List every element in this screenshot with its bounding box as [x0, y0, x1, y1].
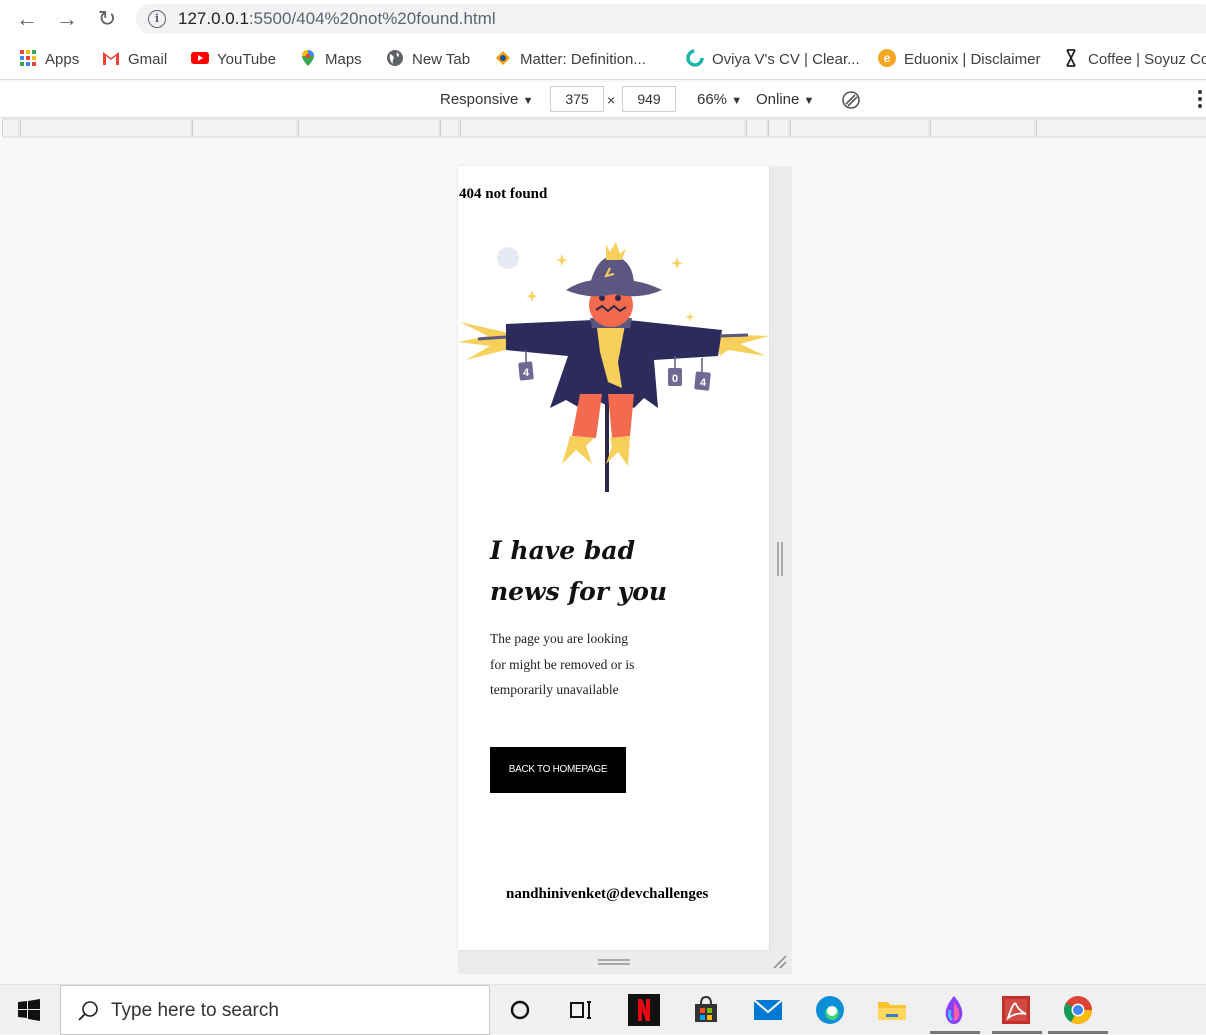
chrome-icon[interactable] [1062, 994, 1094, 1026]
bookmark-label: New Tab [412, 51, 471, 68]
edge-icon[interactable] [814, 994, 846, 1026]
rotate-icon[interactable] [841, 90, 861, 110]
media-query-segment[interactable] [2, 120, 18, 136]
resize-handle-bottom[interactable] [598, 959, 630, 965]
bookmark-label: Maps [325, 51, 362, 68]
media-query-segment[interactable] [20, 120, 190, 136]
clear-icon [686, 49, 704, 67]
zoom-select[interactable]: 66% ▼ [697, 91, 742, 108]
throttle-select[interactable]: Online ▼ [756, 91, 814, 108]
cortana-icon[interactable] [504, 994, 536, 1026]
bookmark-new-tab[interactable]: New Tab [386, 49, 470, 69]
svg-text:e: e [884, 51, 891, 65]
page-title: 404 not found [459, 186, 548, 202]
media-query-segment[interactable] [790, 120, 928, 136]
media-query-segment[interactable] [930, 120, 1034, 136]
back-arrow-icon[interactable]: ← [14, 6, 40, 32]
device-label: Responsive [440, 91, 519, 108]
sign-right-digit-2: 4 [700, 377, 707, 389]
bookmark-label: Coffee | Soyuz Co [1088, 51, 1206, 68]
dropdown-arrow-icon: ▼ [803, 95, 815, 107]
media-query-segment[interactable] [440, 120, 458, 136]
emulated-viewport: 404 not found 4 0 4 I have bad news for … [458, 166, 769, 950]
message-line-2: for might be removed or is [490, 657, 635, 672]
browser-toolbar: ← → ↻ i 127.0.0.1:5500/404%20not%20found… [0, 0, 1206, 38]
bookmark-matter[interactable]: Matter: Definition... [494, 49, 646, 69]
mail-icon[interactable] [752, 994, 784, 1026]
device-toolbar: Responsive ▼ 375 × 949 66% ▼ Online ▼ [0, 82, 1206, 118]
footer-credit: nandhinivenket@devchallenges [506, 886, 709, 902]
media-query-segment[interactable] [298, 120, 438, 136]
media-query-segment[interactable] [460, 120, 744, 136]
paint-icon[interactable] [938, 994, 970, 1026]
eduonix-icon: e [878, 49, 896, 67]
sign-right-digit-1: 0 [672, 373, 678, 385]
bookmark-label: Matter: Definition... [520, 51, 646, 68]
acrobat-icon[interactable] [1000, 994, 1032, 1026]
bookmarks-bar: Apps Gmail YouTube Maps New Tab Matter: … [0, 38, 1206, 80]
url-path: :5500/404%20not%20found.html [248, 9, 496, 28]
more-options-icon[interactable] [1198, 90, 1202, 110]
info-icon[interactable]: i [148, 10, 166, 28]
message-line-3: temporarily unavailable [490, 682, 619, 697]
url-host: 127.0.0.1 [178, 9, 249, 28]
bookmark-apps[interactable]: Apps [19, 49, 79, 69]
taskbar-search-box[interactable]: Type here to search [60, 985, 490, 1035]
bookmark-youtube[interactable]: YouTube [191, 49, 276, 69]
apps-grid-icon [20, 50, 36, 66]
reload-icon[interactable]: ↻ [94, 6, 120, 32]
maps-icon [302, 50, 314, 66]
windows-start-icon[interactable] [18, 999, 40, 1021]
headline-line-1: I have bad [490, 536, 636, 565]
back-to-homepage-button[interactable]: BACK TO HOMEPAGE [490, 747, 626, 793]
media-query-bar[interactable] [2, 118, 1206, 138]
device-select[interactable]: Responsive ▼ [440, 91, 533, 108]
media-query-segment[interactable] [192, 120, 296, 136]
bookmark-label: YouTube [217, 51, 276, 68]
bookmark-gmail[interactable]: Gmail [102, 49, 167, 69]
search-icon [78, 1001, 98, 1021]
url-text[interactable]: 127.0.0.1:5500/404%20not%20found.html [178, 9, 496, 29]
dimension-separator: × [607, 92, 616, 108]
bookmark-label: Gmail [128, 51, 168, 68]
bookmark-oviya-cv[interactable]: Oviya V's CV | Clear... [686, 49, 860, 69]
address-bar[interactable]: i 127.0.0.1:5500/404%20not%20found.html [136, 4, 1206, 34]
width-input[interactable]: 375 [550, 86, 604, 112]
gmail-icon [103, 52, 119, 65]
throttle-label: Online [756, 91, 800, 108]
globe-icon [387, 50, 403, 66]
message-line-1: The page you are looking [490, 631, 628, 646]
netflix-icon[interactable] [628, 994, 660, 1026]
dropdown-arrow-icon: ▼ [731, 95, 743, 107]
media-query-segment[interactable] [1036, 120, 1206, 136]
sign-left-digit: 4 [523, 367, 530, 379]
forward-arrow-icon[interactable]: → [54, 6, 80, 32]
matter-icon [496, 51, 510, 65]
file-explorer-icon[interactable] [876, 994, 908, 1026]
dropdown-arrow-icon: ▼ [522, 95, 534, 107]
headline-line-2: news for you [490, 577, 668, 606]
resize-corner-icon[interactable] [772, 954, 788, 970]
bookmark-label: Eduonix | Disclaimer [904, 51, 1041, 68]
resize-handle-right[interactable] [777, 542, 783, 576]
scarecrow-illustration: 4 0 4 [458, 242, 769, 492]
zoom-label: 66% [697, 91, 728, 108]
bookmark-label: Apps [45, 51, 80, 68]
youtube-icon [191, 52, 209, 64]
bookmark-maps[interactable]: Maps [299, 49, 362, 69]
task-view-icon[interactable] [565, 994, 597, 1026]
bookmark-label: Oviya V's CV | Clear... [712, 51, 860, 68]
media-query-segment[interactable] [768, 120, 788, 136]
height-input[interactable]: 949 [622, 86, 676, 112]
media-query-segment[interactable] [746, 120, 766, 136]
search-placeholder: Type here to search [111, 1000, 279, 1021]
store-icon[interactable] [690, 994, 722, 1026]
bookmark-coffee[interactable]: Coffee | Soyuz Co [1062, 49, 1206, 69]
bookmark-eduonix[interactable]: e Eduonix | Disclaimer [878, 49, 1040, 69]
coffee-icon [1066, 49, 1076, 67]
windows-taskbar: Type here to search [0, 984, 1206, 1035]
